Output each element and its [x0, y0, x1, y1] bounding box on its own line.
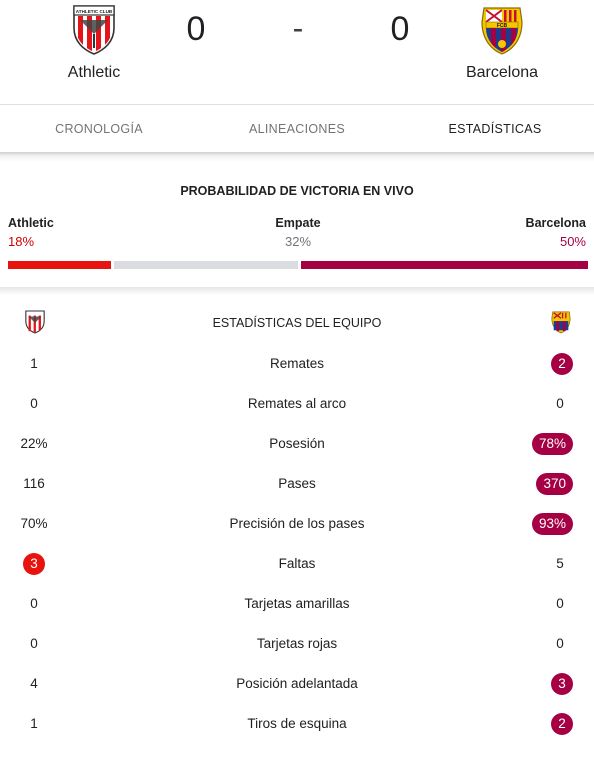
stat-label: Precisión de los pases [229, 516, 365, 531]
team-stats-title: ESTADÍSTICAS DEL EQUIPO [212, 316, 382, 330]
win-probability-away-label: Barcelona [525, 216, 586, 230]
scoreboard: ATHLETIC CLUB Athletic 0 - 0 FCB Barcelo… [0, 0, 594, 104]
win-probability-draw: Empate 32% [248, 216, 348, 249]
stat-label: Tarjetas amarillas [244, 596, 350, 611]
win-probability-bar-home [8, 261, 111, 269]
home-team-name: Athletic [67, 64, 121, 81]
stat-away-value: 2 [551, 353, 573, 375]
match-tabs: CRONOLOGÍA ALINEACIONES ESTADÍSTICAS [0, 104, 594, 154]
stat-row-remates-al-arco: 0 Remates al arco 0 [0, 384, 594, 424]
stat-label: Posición adelantada [236, 676, 358, 691]
stat-home-value: 116 [23, 476, 45, 491]
stat-row-tarjetas-amarillas: 0 Tarjetas amarillas 0 [0, 584, 594, 624]
athletic-club-crest-icon: ATHLETIC CLUB [73, 5, 115, 55]
tab-estadisticas[interactable]: ESTADÍSTICAS [396, 105, 594, 154]
stat-away-value: 2 [551, 713, 573, 735]
win-probability-section: PROBABILIDAD DE VICTORIA EN VIVO Athleti… [0, 162, 594, 286]
stat-home-value: 3 [23, 553, 45, 575]
stat-row-precision-pases: 70% Precisión de los pases 93% [0, 504, 594, 544]
stat-label: Faltas [278, 556, 316, 571]
win-probability-bar [8, 261, 588, 269]
score-separator: - [292, 10, 304, 46]
win-probability-bar-away [301, 261, 588, 269]
svg-text:ATHLETIC CLUB: ATHLETIC CLUB [76, 9, 113, 14]
stat-label: Tiros de esquina [247, 716, 347, 731]
team-stats-rows: 1 Remates 2 0 Remates al arco 0 22% Pose… [0, 344, 594, 744]
stat-away-value: 0 [556, 596, 564, 611]
fc-barcelona-crest-icon: FCB [481, 7, 523, 55]
home-team[interactable]: ATHLETIC CLUB Athletic [24, 0, 164, 82]
stat-away-value: 93% [531, 513, 573, 535]
stat-row-tarjetas-rojas: 0 Tarjetas rojas 0 [0, 624, 594, 664]
stat-home-value: 4 [30, 676, 38, 691]
win-probability-draw-label: Empate [275, 216, 321, 230]
fc-barcelona-small-crest-icon [551, 311, 571, 334]
stat-row-faltas: 3 Faltas 5 [0, 544, 594, 584]
section-divider [0, 287, 594, 295]
stat-label: Remates [269, 356, 325, 371]
team-stats-header: ESTADÍSTICAS DEL EQUIPO [0, 302, 594, 344]
stat-row-remates: 1 Remates 2 [0, 344, 594, 384]
stat-away-value: 5 [556, 556, 564, 571]
stat-home-value: 70% [20, 516, 48, 531]
tab-cronologia[interactable]: CRONOLOGÍA [0, 105, 198, 154]
win-probability-home: Athletic 18% [8, 216, 54, 249]
win-probability-home-pct: 18% [8, 234, 35, 249]
stat-label: Tarjetas rojas [256, 636, 338, 651]
stat-home-value: 0 [30, 596, 38, 611]
home-score: 0 [186, 10, 206, 48]
win-probability-home-label: Athletic [8, 216, 54, 230]
win-probability-title: PROBABILIDAD DE VICTORIA EN VIVO [180, 184, 414, 198]
stat-away-value: 0 [556, 636, 564, 651]
stat-away-value: 3 [551, 673, 573, 695]
stat-home-value: 22% [20, 436, 48, 451]
stat-label: Posesión [269, 436, 325, 451]
away-score: 0 [390, 10, 410, 48]
stat-away-value: 370 [536, 473, 573, 495]
stat-label: Remates al arco [247, 396, 347, 411]
away-team-name: Barcelona [465, 64, 539, 81]
tabs-divider [0, 152, 594, 162]
away-team[interactable]: FCB Barcelona [432, 0, 572, 82]
stat-away-value: 78% [531, 433, 573, 455]
win-probability-bar-draw [114, 261, 298, 269]
win-probability-away-pct: 50% [559, 234, 586, 249]
stat-row-pases: 116 Pases 370 [0, 464, 594, 504]
win-probability-away: Barcelona 50% [526, 216, 586, 249]
stat-row-posicion-adelantada: 4 Posición adelantada 3 [0, 664, 594, 704]
stat-home-value: 0 [30, 636, 38, 651]
stat-row-posesion: 22% Posesión 78% [0, 424, 594, 464]
stat-away-value: 0 [556, 396, 564, 411]
stat-label: Pases [278, 476, 316, 491]
stat-home-value: 0 [30, 396, 38, 411]
stat-home-value: 1 [30, 356, 38, 371]
tab-alineaciones[interactable]: ALINEACIONES [198, 105, 396, 154]
stat-row-tiros-de-esquina: 1 Tiros de esquina 2 [0, 704, 594, 744]
win-probability-draw-pct: 32% [284, 234, 312, 249]
stat-home-value: 1 [30, 716, 38, 731]
team-stats-section: ESTADÍSTICAS DEL EQUIPO 1 Remates 2 0 Re… [0, 302, 594, 744]
